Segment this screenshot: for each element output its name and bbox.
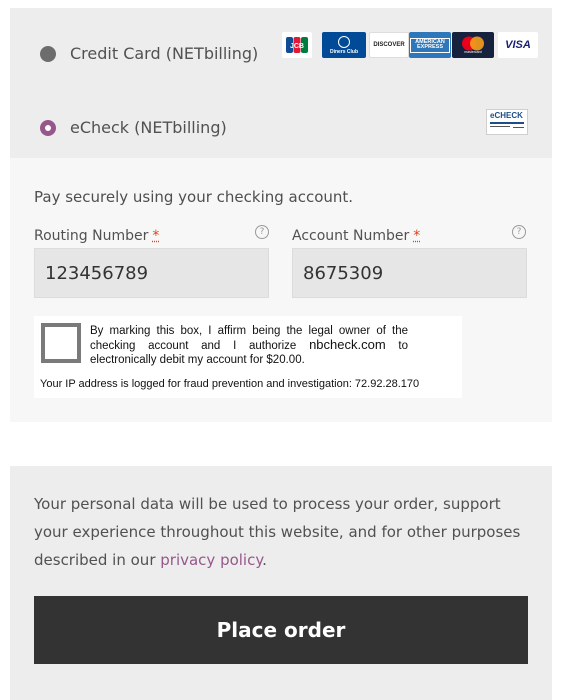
- required-mark: *: [413, 228, 421, 244]
- routing-label-text: Routing Number: [34, 228, 149, 244]
- credit-card-label[interactable]: Credit Card (NETbilling): [70, 44, 258, 63]
- authorization-box: By marking this box, I affirm being the …: [34, 316, 462, 398]
- question-circle-icon[interactable]: ?: [255, 225, 269, 239]
- privacy-text: Your personal data will be used to proce…: [34, 495, 521, 569]
- credit-card-radio[interactable]: [40, 46, 56, 62]
- privacy-notice: Your personal data will be used to proce…: [34, 490, 526, 574]
- discover-logo-icon: DISCOVER: [369, 32, 409, 58]
- amex-logo-icon: AMERICAN EXPRESS: [409, 32, 451, 58]
- required-mark: *: [152, 228, 160, 244]
- diners-club-logo-icon: Diners Club: [322, 32, 366, 58]
- mastercard-logo-icon: mastercard: [452, 32, 494, 58]
- authorization-domain: nbcheck.com: [309, 337, 386, 352]
- amex-text: AMERICAN EXPRESS: [410, 37, 450, 53]
- account-number-label: Account Number *: [292, 228, 420, 244]
- mastercard-text: mastercard: [464, 49, 482, 54]
- discover-text: DISCOVER: [373, 42, 405, 48]
- echeck-form: Pay securely using your checking account…: [10, 158, 552, 422]
- svg-text:JCB: JCB: [290, 43, 304, 50]
- echeck-logo-icon: eCHECK: [486, 109, 528, 135]
- place-order-section: Your personal data will be used to proce…: [10, 466, 552, 700]
- echeck-description: Pay securely using your checking account…: [34, 188, 354, 206]
- routing-number-label: Routing Number *: [34, 228, 159, 244]
- authorization-text: By marking this box, I affirm being the …: [90, 324, 408, 367]
- echeck-logo-text: eCHECK: [490, 111, 523, 120]
- payment-methods-list: Credit Card (NETbilling) JCB Diners Club…: [10, 8, 552, 158]
- place-order-button[interactable]: Place order: [34, 596, 528, 664]
- echeck-radio[interactable]: [40, 120, 56, 136]
- ip-notice: Your IP address is logged for fraud prev…: [40, 378, 420, 390]
- privacy-text-end: .: [262, 551, 267, 569]
- visa-logo-icon: VISA: [498, 32, 538, 58]
- account-number-input[interactable]: 8675309: [292, 248, 527, 298]
- jcb-logo-icon: JCB: [282, 32, 312, 58]
- visa-text: VISA: [505, 38, 531, 51]
- privacy-policy-link[interactable]: privacy policy: [160, 551, 262, 569]
- payment-method-echeck[interactable]: eCheck (NETbilling): [10, 90, 552, 150]
- authorization-checkbox[interactable]: [41, 323, 81, 363]
- account-label-text: Account Number: [292, 228, 410, 244]
- question-circle-icon[interactable]: ?: [512, 225, 526, 239]
- echeck-label[interactable]: eCheck (NETbilling): [70, 118, 227, 137]
- routing-number-input[interactable]: 123456789: [34, 248, 269, 298]
- diners-club-text: Diners Club: [329, 48, 359, 55]
